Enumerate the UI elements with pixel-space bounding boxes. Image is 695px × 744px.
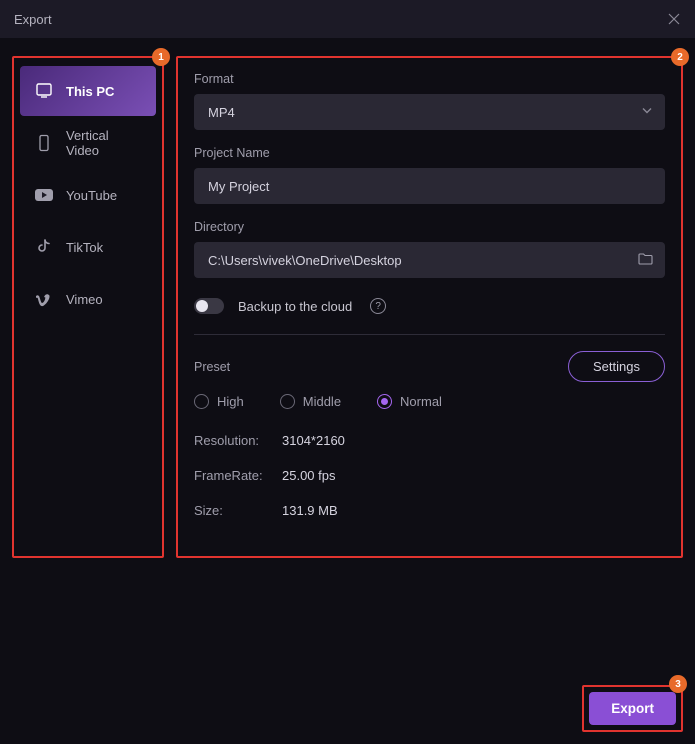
radio-icon	[280, 394, 295, 409]
framerate-label: FrameRate:	[194, 468, 282, 483]
export-sidebar: 1 This PC Vertical Video YouTube TikTok	[12, 56, 164, 558]
settings-button[interactable]: Settings	[568, 351, 665, 382]
sidebar-item-label: TikTok	[66, 240, 103, 255]
preset-radio-group: High Middle Normal	[194, 394, 665, 409]
annotation-badge: 2	[671, 48, 689, 66]
resolution-label: Resolution:	[194, 433, 282, 448]
backup-toggle[interactable]	[194, 298, 224, 314]
phone-icon	[34, 133, 54, 153]
size-label: Size:	[194, 503, 282, 518]
format-select[interactable]: MP4	[194, 94, 665, 130]
directory-field: Directory C:\Users\vivek\OneDrive\Deskto…	[194, 220, 665, 278]
format-field: Format MP4	[194, 72, 665, 130]
close-icon	[668, 13, 680, 25]
sidebar-item-label: YouTube	[66, 188, 117, 203]
export-options-panel: 2 Format MP4 Project Name My Project Dir…	[176, 56, 683, 558]
project-name-field: Project Name My Project	[194, 146, 665, 204]
content-area: 1 This PC Vertical Video YouTube TikTok	[0, 38, 695, 558]
format-value: MP4	[208, 105, 235, 120]
youtube-icon	[34, 185, 54, 205]
preset-radio-normal[interactable]: Normal	[377, 394, 442, 409]
radio-icon	[194, 394, 209, 409]
toggle-knob	[196, 300, 208, 312]
sidebar-item-this-pc[interactable]: This PC	[20, 66, 156, 116]
preset-header: Preset Settings	[194, 351, 665, 382]
radio-label: Middle	[303, 394, 341, 409]
radio-label: High	[217, 394, 244, 409]
resolution-value: 3104*2160	[282, 433, 345, 448]
sidebar-item-label: This PC	[66, 84, 114, 99]
annotation-badge: 3	[669, 675, 687, 693]
window-title: Export	[14, 12, 52, 27]
project-name-value: My Project	[208, 179, 269, 194]
resolution-row: Resolution: 3104*2160	[194, 433, 665, 448]
project-name-input[interactable]: My Project	[194, 168, 665, 204]
sidebar-item-tiktok[interactable]: TikTok	[20, 222, 156, 272]
size-row: Size: 131.9 MB	[194, 503, 665, 518]
preset-radio-high[interactable]: High	[194, 394, 244, 409]
backup-row: Backup to the cloud ?	[194, 298, 665, 314]
sidebar-item-vimeo[interactable]: Vimeo	[20, 274, 156, 324]
directory-input[interactable]: C:\Users\vivek\OneDrive\Desktop	[194, 242, 665, 278]
directory-value: C:\Users\vivek\OneDrive\Desktop	[208, 253, 402, 268]
annotation-badge: 1	[152, 48, 170, 66]
export-button-wrap: 3 Export	[582, 685, 683, 732]
sidebar-item-label: Vertical Video	[66, 128, 142, 158]
chevron-down-icon	[641, 105, 653, 120]
preset-radio-middle[interactable]: Middle	[280, 394, 341, 409]
sidebar-item-vertical-video[interactable]: Vertical Video	[20, 118, 156, 168]
size-value: 131.9 MB	[282, 503, 338, 518]
monitor-icon	[34, 81, 54, 101]
format-label: Format	[194, 72, 665, 86]
titlebar: Export	[0, 0, 695, 38]
divider	[194, 334, 665, 335]
sidebar-item-label: Vimeo	[66, 292, 103, 307]
tiktok-icon	[34, 237, 54, 257]
close-button[interactable]	[665, 10, 683, 28]
help-icon[interactable]: ?	[370, 298, 386, 314]
vimeo-icon	[34, 289, 54, 309]
export-button[interactable]: Export	[589, 692, 676, 725]
backup-label: Backup to the cloud	[238, 299, 352, 314]
radio-icon	[377, 394, 392, 409]
project-name-label: Project Name	[194, 146, 665, 160]
framerate-row: FrameRate: 25.00 fps	[194, 468, 665, 483]
radio-label: Normal	[400, 394, 442, 409]
preset-label: Preset	[194, 360, 230, 374]
directory-label: Directory	[194, 220, 665, 234]
folder-icon[interactable]	[638, 252, 653, 268]
framerate-value: 25.00 fps	[282, 468, 336, 483]
sidebar-item-youtube[interactable]: YouTube	[20, 170, 156, 220]
